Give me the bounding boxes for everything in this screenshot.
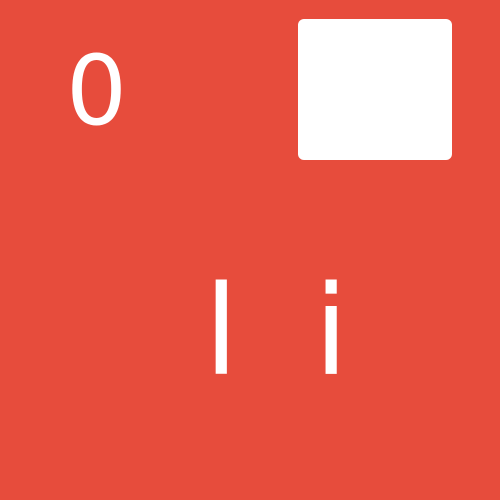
square-icon[interactable]: [298, 19, 452, 160]
screen-canvas: 0 l i: [0, 0, 500, 500]
score-counter: 0: [66, 35, 128, 147]
glyph-text: l i: [204, 260, 367, 404]
